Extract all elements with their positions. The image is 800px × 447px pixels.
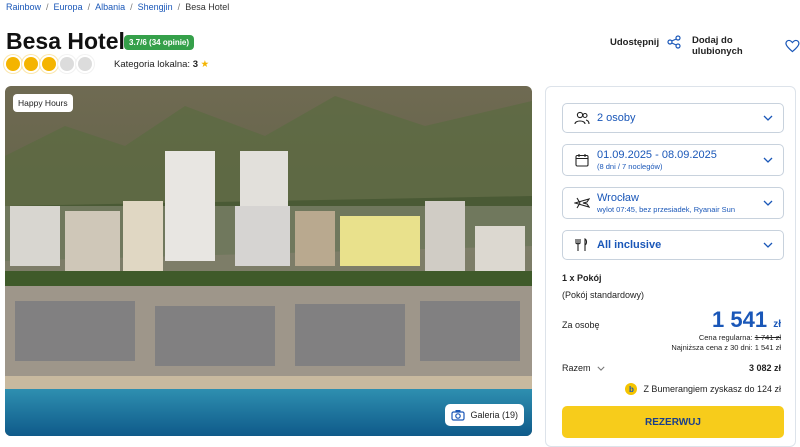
price-per-person: 1 541 zł	[712, 307, 781, 332]
rating-reviews: (34 opinie)	[149, 38, 190, 47]
bumerang-icon: b	[625, 383, 638, 395]
share-label: Udostępnij	[610, 36, 660, 48]
heart-icon	[785, 39, 800, 53]
camera-icon	[451, 410, 466, 421]
bumerang-info: b Z Bumerangiem zyskasz do 124 zł	[625, 383, 781, 395]
departure-details: wylot 07:45, bez przesiadek, Ryanair Sun	[597, 205, 735, 214]
gallery-label: Galeria (19)	[470, 410, 518, 420]
sun-icon	[6, 57, 20, 71]
breadcrumb: Rainbow / Europa / Albania / Shengjin / Besa…	[6, 2, 230, 12]
regular-price: Cena regularna: 1 741 zł	[698, 333, 781, 342]
lowest-price: Najniższa cena z 30 dni: 1 541 zł	[671, 343, 781, 352]
room-type: (Pokój standardowy)	[562, 290, 645, 300]
per-person-label: Za osobę	[562, 320, 600, 330]
breadcrumb-shengjin[interactable]: Shengjin	[138, 2, 173, 12]
breadcrumb-europa[interactable]: Europa	[54, 2, 83, 12]
bumerang-text: Z Bumerangiem zyskasz do 124 zł	[643, 384, 781, 394]
hotel-photo[interactable]: Happy Hours Galeria (19)	[5, 86, 532, 436]
hotel-title: Besa Hotel	[6, 28, 125, 54]
total-toggle[interactable]: Razem	[562, 363, 605, 373]
dates-value: 01.09.2025 - 08.09.2025	[597, 149, 717, 161]
happy-hours-badge: Happy Hours	[13, 94, 73, 112]
dates-duration: (8 dni / 7 noclegów)	[597, 162, 663, 171]
departure-value: Wrocław	[597, 192, 639, 204]
calendar-icon	[575, 154, 589, 167]
gallery-button[interactable]: Galeria (19)	[445, 404, 524, 426]
breadcrumb-albania[interactable]: Albania	[95, 2, 125, 12]
sun-icon	[42, 57, 56, 71]
total-label: Razem	[562, 363, 591, 373]
sun-icon	[24, 57, 38, 71]
persons-select[interactable]: 2 osoby	[562, 103, 784, 133]
departure-select[interactable]: Wrocław wylot 07:45, bez przesiadek, Ryan…	[562, 187, 784, 219]
breadcrumb-rainbow[interactable]: Rainbow	[6, 2, 41, 12]
cutlery-icon	[575, 238, 588, 251]
sun-icon-empty	[78, 57, 92, 71]
local-category: Kategoria lokalna: 3 ★	[114, 59, 210, 70]
persons-value: 2 osoby	[597, 112, 636, 124]
favorite-button[interactable]: Dodaj do ulubionych	[692, 35, 800, 57]
chevron-down-icon	[763, 115, 773, 121]
share-icon	[667, 35, 681, 49]
chevron-down-icon	[763, 157, 773, 163]
breadcrumb-current: Besa Hotel	[185, 2, 230, 12]
sun-icon-empty	[60, 57, 74, 71]
chevron-down-icon	[596, 366, 605, 371]
dates-select[interactable]: 01.09.2025 - 08.09.2025 (8 dni / 7 nocleg…	[562, 144, 784, 176]
sun-rating	[6, 57, 92, 71]
persons-icon	[574, 111, 590, 125]
hotel-photo-image	[5, 86, 532, 436]
room-count: 1 x Pokój	[562, 273, 602, 283]
share-button[interactable]: Udostępnij	[610, 35, 681, 49]
star-icon: ★	[200, 59, 210, 70]
booking-panel: 2 osoby 01.09.2025 - 08.09.2025 (8 dni / …	[545, 86, 796, 447]
plane-icon	[574, 197, 590, 209]
reserve-button[interactable]: REZERWUJ	[562, 406, 784, 438]
favorite-label: Dodaj do ulubionych	[692, 35, 743, 57]
chevron-down-icon	[763, 242, 773, 248]
board-select[interactable]: All inclusive	[562, 230, 784, 260]
rating-badge[interactable]: 3.7/6 (34 opinie)	[124, 35, 195, 50]
total-price: 3 082 zł	[748, 363, 781, 373]
chevron-down-icon	[763, 200, 773, 206]
board-value: All inclusive	[597, 239, 662, 251]
rating-score: 3.7/6	[129, 38, 147, 47]
